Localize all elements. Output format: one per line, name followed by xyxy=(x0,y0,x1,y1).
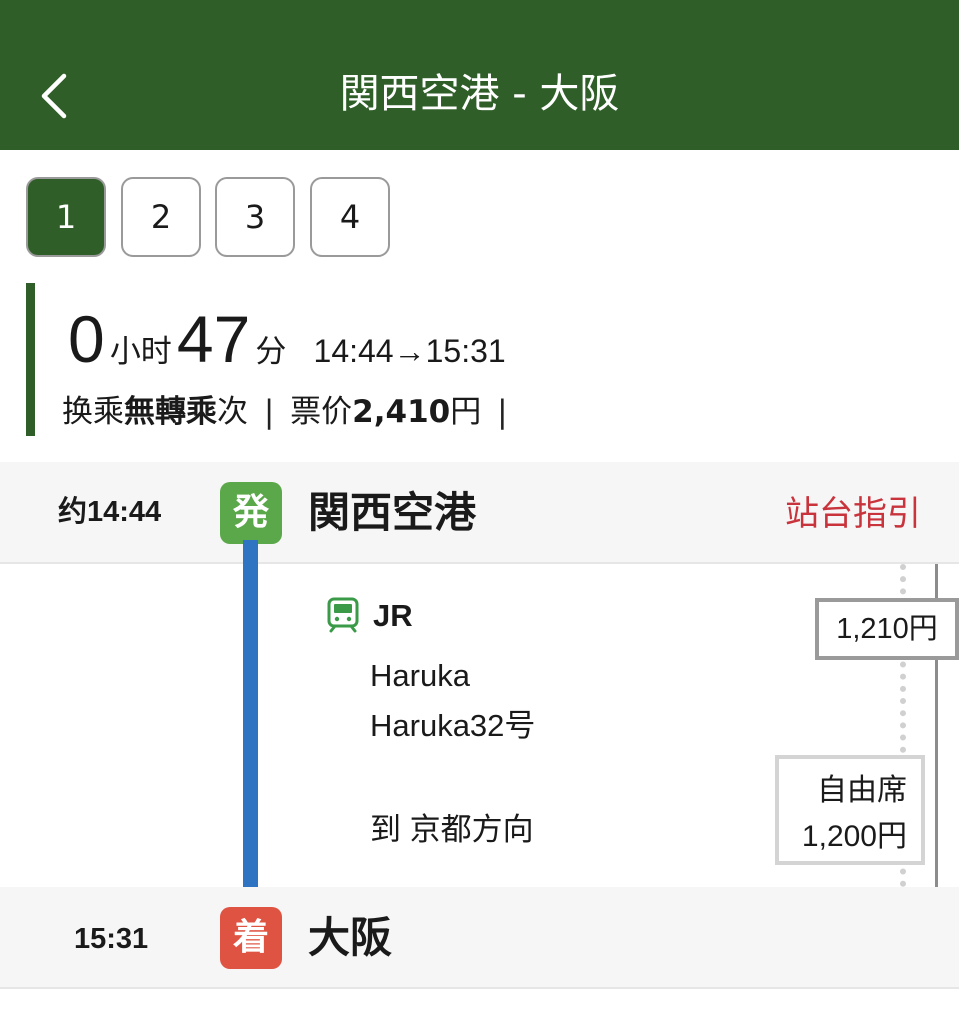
arrival-time: 15:31 xyxy=(74,923,149,955)
train-icon xyxy=(327,597,359,633)
departure-badge: 発 xyxy=(220,482,282,544)
arrival-row: 15:31 着 大阪 xyxy=(0,887,959,989)
transfer-suffix: 次 xyxy=(217,394,248,430)
route-tab-4[interactable]: 4 xyxy=(310,177,390,257)
seat-type: 自由席 xyxy=(817,774,907,807)
separator-end: | xyxy=(497,394,508,430)
departure-row: 约14:44 発 関西空港 站台指引 xyxy=(0,462,959,564)
hours-unit: 小时 xyxy=(109,334,172,370)
fare-value: 2,410 xyxy=(352,394,451,430)
app-header: 関西空港 - 大阪 xyxy=(0,0,959,150)
operator-name: JR xyxy=(373,598,413,633)
duration-summary: 0 小时 47 分 14:44→15:31 xyxy=(68,294,506,384)
platform-guide-link[interactable]: 站台指引 xyxy=(785,490,921,538)
seat-fare: 1,200円 xyxy=(801,820,907,853)
transfer-fare-info: 换乘無轉乘次 | 票价2,410円 | xyxy=(62,388,514,436)
fare-label: 票价 xyxy=(290,394,353,430)
departure-time: 约14:44 xyxy=(58,496,162,528)
departure-station[interactable]: 関西空港 xyxy=(308,484,476,542)
train-name: Haruka xyxy=(370,658,470,693)
arrival-badge: 着 xyxy=(220,907,282,969)
fare-unit: 円 xyxy=(450,394,482,430)
summary-accent-bar xyxy=(26,283,35,436)
route-tab-3[interactable]: 3 xyxy=(215,177,295,257)
duration-minutes: 47 xyxy=(176,302,251,376)
route-line xyxy=(243,540,258,908)
separator: | xyxy=(263,394,275,430)
seat-fare-box[interactable]: 自由席 1,200円 xyxy=(775,755,925,865)
duration-hours: 0 xyxy=(68,302,105,376)
page-title: 関西空港 - 大阪 xyxy=(339,71,620,117)
train-number: Haruka32号 xyxy=(370,708,536,743)
route-tab-1[interactable]: 1 xyxy=(26,177,106,257)
arrival-station[interactable]: 大阪 xyxy=(308,909,392,967)
transfer-value: 無轉乘 xyxy=(124,394,217,430)
train-direction: 到 京都方向 xyxy=(370,812,534,847)
segment-fare: 1,210円 xyxy=(815,598,959,660)
route-tab-2[interactable]: 2 xyxy=(121,177,201,257)
time-range: 14:44→15:31 xyxy=(313,333,506,369)
minutes-unit: 分 xyxy=(255,334,287,370)
transfer-label: 换乘 xyxy=(62,394,124,430)
